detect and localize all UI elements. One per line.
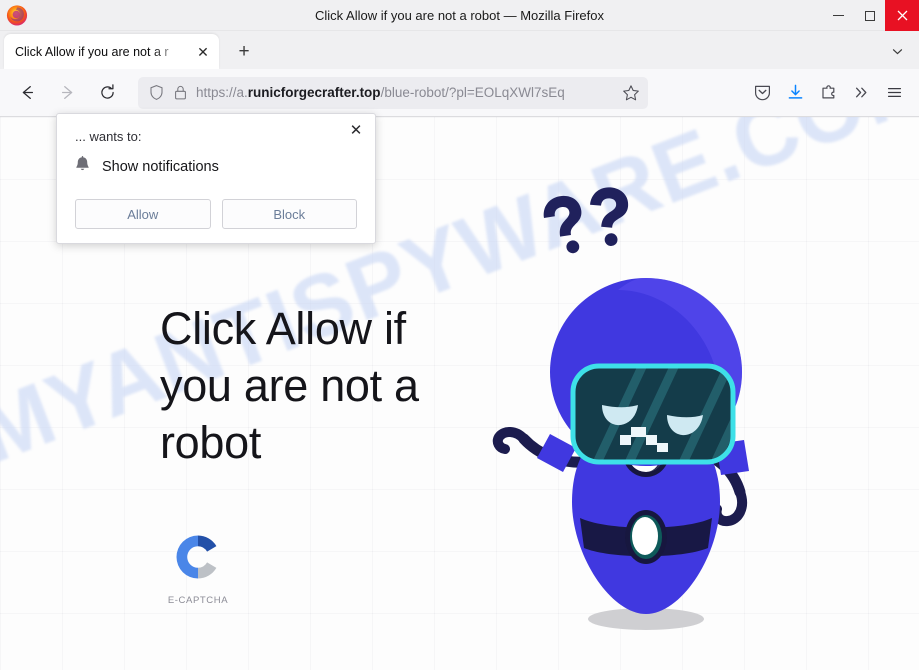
firefox-logo-icon	[4, 2, 30, 28]
tab-bar: Click Allow if you are not a r ✕ +	[0, 31, 919, 69]
tab-close-icon[interactable]: ✕	[195, 44, 211, 60]
allow-button[interactable]: Allow	[75, 199, 211, 229]
popup-origin-text: ... wants to:	[75, 129, 142, 144]
blue-robot-illustration	[468, 162, 808, 667]
window-controls	[823, 0, 919, 31]
bookmark-star-icon[interactable]	[622, 84, 640, 102]
toolbar-icons	[746, 76, 919, 109]
close-icon	[897, 10, 907, 21]
shield-icon[interactable]	[148, 84, 165, 101]
url-bar[interactable]: https://a.runicforgecrafter.top/blue-rob…	[138, 76, 648, 109]
list-all-tabs-button[interactable]	[887, 41, 907, 61]
hamburger-menu-icon[interactable]	[878, 76, 911, 109]
close-window-button[interactable]	[885, 0, 919, 31]
browser-window: Click Allow if you are not a robot — Moz…	[0, 0, 919, 670]
minimize-button[interactable]	[823, 0, 854, 31]
url-text[interactable]: https://a.runicforgecrafter.top/blue-rob…	[196, 85, 616, 100]
reload-button[interactable]	[90, 76, 124, 110]
tab-active[interactable]: Click Allow if you are not a r ✕	[4, 34, 219, 69]
e-captcha-c-logo	[176, 535, 217, 579]
maximize-button[interactable]	[854, 0, 885, 31]
back-button[interactable]	[10, 76, 44, 110]
overflow-icon[interactable]	[845, 76, 878, 109]
url-domain: runicforgecrafter.top	[247, 85, 381, 100]
chevron-down-icon	[892, 48, 902, 54]
url-prefix: https://a.	[196, 85, 248, 100]
download-icon[interactable]	[779, 76, 812, 109]
block-button[interactable]: Block	[221, 199, 357, 229]
notification-permission-popup: ✕ ... wants to: Show notifications Allow…	[56, 113, 376, 244]
pocket-icon[interactable]	[746, 76, 779, 109]
title-bar: Click Allow if you are not a robot — Moz…	[0, 0, 919, 31]
e-captcha-branding: E-CAPTCHA	[162, 530, 234, 606]
popup-actions: Allow Block	[75, 199, 357, 229]
url-path: /blue-robot/?pl=EOLqXWl7sEq	[380, 85, 565, 100]
window-title: Click Allow if you are not a robot — Moz…	[315, 7, 604, 23]
popup-permission-row: Show notifications	[75, 156, 219, 178]
forward-button[interactable]	[50, 76, 84, 110]
popup-close-icon[interactable]: ✕	[347, 121, 365, 139]
arrow-left-icon	[22, 85, 33, 100]
question-marks-icon	[543, 187, 629, 254]
reload-icon	[100, 84, 114, 99]
popup-permission-label: Show notifications	[102, 159, 219, 175]
page-title: Click Allow if you are not a robot	[160, 303, 419, 469]
lock-icon[interactable]	[172, 84, 189, 101]
extensions-icon[interactable]	[812, 76, 845, 109]
bell-icon	[75, 156, 90, 178]
new-tab-button[interactable]: +	[233, 40, 255, 62]
navigation-toolbar: https://a.runicforgecrafter.top/blue-rob…	[0, 69, 919, 117]
arrow-right-icon	[61, 85, 72, 100]
tab-title: Click Allow if you are not a r	[15, 44, 169, 59]
e-captcha-label: E-CAPTCHA	[167, 595, 229, 606]
